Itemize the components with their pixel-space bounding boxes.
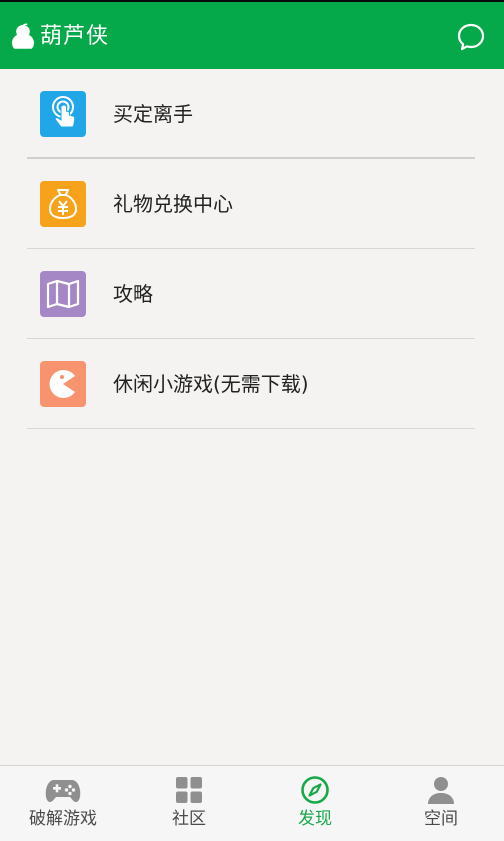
map-icon [40, 271, 86, 317]
menu-item-bet[interactable]: 买定离手 [0, 69, 504, 159]
gamepad-icon [45, 775, 81, 805]
app-title: 葫芦侠 [40, 24, 110, 49]
discover-menu: 买定离手 礼物兑换中心 攻略 休闲小游戏(无需下载) [0, 69, 504, 429]
touch-finger-icon [40, 91, 86, 137]
grid-icon [174, 775, 204, 805]
app-screen: 葫芦侠 买定离手 礼物兑换中心 攻略 休闲小游戏(无需下载) 破解游戏 社区 发… [0, 0, 504, 841]
menu-item-label: 礼物兑换中心 [113, 192, 233, 216]
menu-item-casual-games[interactable]: 休闲小游戏(无需下载) [0, 339, 504, 429]
menu-item-label: 攻略 [113, 282, 153, 306]
menu-item-label: 买定离手 [113, 102, 193, 126]
tab-label: 社区 [172, 809, 206, 829]
chat-button[interactable] [454, 20, 488, 54]
tab-discover[interactable]: 发现 [252, 766, 378, 841]
tab-community[interactable]: 社区 [126, 766, 252, 841]
tab-label: 破解游戏 [29, 809, 97, 829]
compass-icon [300, 775, 330, 805]
pacman-icon [40, 361, 86, 407]
tab-cracked-games[interactable]: 破解游戏 [0, 766, 126, 841]
tab-label: 发现 [298, 809, 332, 829]
chat-bubble-icon [457, 23, 485, 51]
brand: 葫芦侠 [10, 20, 109, 54]
gourd-logo-icon [12, 23, 34, 49]
menu-item-label: 休闲小游戏(无需下载) [113, 372, 309, 396]
tab-space[interactable]: 空间 [378, 766, 504, 841]
bottom-tab-bar: 破解游戏 社区 发现 空间 [0, 765, 504, 841]
top-header: 葫芦侠 [0, 0, 504, 69]
menu-item-guide[interactable]: 攻略 [0, 249, 504, 339]
person-icon [426, 775, 456, 805]
money-bag-icon [40, 181, 86, 227]
tab-label: 空间 [424, 809, 458, 829]
menu-item-gift-exchange[interactable]: 礼物兑换中心 [0, 159, 504, 249]
